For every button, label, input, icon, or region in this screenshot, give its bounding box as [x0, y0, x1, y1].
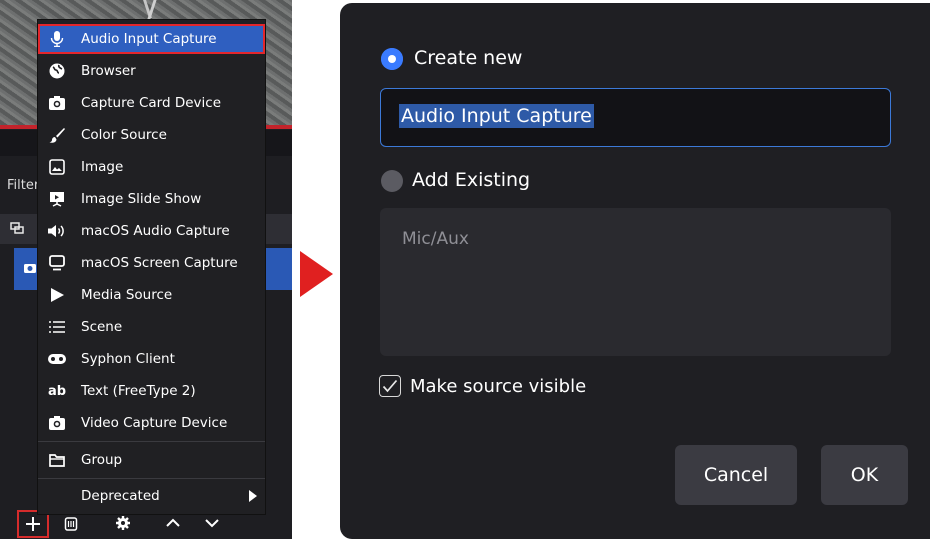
menu-item-label: Syphon Client: [81, 351, 175, 367]
add-source-button[interactable]: [17, 510, 49, 538]
source-name-value: Audio Input Capture: [399, 104, 594, 128]
plus-icon: [26, 517, 40, 531]
sources-panel: Filter Audio Input Capture Browser Captu…: [0, 0, 292, 539]
menu-item-audio-input-capture[interactable]: Audio Input Capture: [38, 24, 265, 54]
menu-item-color-source[interactable]: Color Source: [38, 120, 265, 150]
menu-item-label: Group: [81, 452, 123, 468]
submenu-arrow-icon: [249, 490, 257, 502]
image-icon: [48, 158, 66, 176]
menu-item-browser[interactable]: Browser: [38, 56, 265, 86]
menu-item-label: macOS Audio Capture: [81, 223, 230, 239]
menu-item-macos-screen-capture[interactable]: macOS Screen Capture: [38, 248, 265, 278]
menu-item-label: Media Source: [81, 287, 173, 303]
menu-item-label: Scene: [81, 319, 123, 335]
source-name-input[interactable]: Audio Input Capture: [380, 88, 891, 147]
menu-item-label: Text (FreeType 2): [81, 383, 196, 399]
menu-item-syphon-client[interactable]: Syphon Client: [38, 344, 265, 374]
menu-separator: [38, 478, 265, 479]
microphone-icon: [48, 30, 66, 48]
brush-icon: [48, 126, 66, 144]
checkmark-icon: [382, 379, 398, 393]
menu-item-label: Video Capture Device: [81, 415, 228, 431]
add-source-menu: Audio Input Capture Browser Capture Card…: [38, 20, 265, 514]
add-existing-radio[interactable]: [381, 170, 403, 192]
camera-icon: [24, 262, 36, 274]
slideshow-icon: [48, 190, 66, 208]
menu-item-label: Deprecated: [81, 488, 160, 504]
menu-separator: [38, 441, 265, 442]
make-source-visible-checkbox[interactable]: [379, 375, 401, 397]
text-icon: ab: [47, 383, 67, 399]
menu-item-label: Image Slide Show: [81, 191, 202, 207]
menu-item-label: Audio Input Capture: [81, 31, 217, 47]
cancel-button[interactable]: Cancel: [675, 445, 797, 505]
camera-icon: [48, 94, 66, 112]
menu-item-deprecated[interactable]: Deprecated: [38, 481, 265, 511]
menu-item-image-slide-show[interactable]: Image Slide Show: [38, 184, 265, 214]
menu-item-macos-audio-capture[interactable]: macOS Audio Capture: [38, 216, 265, 246]
menu-item-text-freetype[interactable]: ab Text (FreeType 2): [38, 376, 265, 406]
menu-item-capture-card-device[interactable]: Capture Card Device: [38, 88, 265, 118]
filters-label: Filter: [7, 178, 40, 193]
camera-icon: [48, 414, 66, 432]
menu-item-label: Image: [81, 159, 124, 175]
list-icon: [48, 318, 66, 336]
menu-item-label: Browser: [81, 63, 136, 79]
menu-item-label: Capture Card Device: [81, 95, 222, 111]
create-new-label: Create new: [414, 47, 523, 69]
globe-icon: [48, 62, 66, 80]
transition-arrow-icon: [300, 251, 333, 297]
gear-icon: [116, 516, 130, 530]
add-existing-label: Add Existing: [412, 169, 531, 191]
menu-item-media-source[interactable]: Media Source: [38, 280, 265, 310]
chevron-down-icon: [205, 519, 219, 528]
scene-group-icon: [10, 222, 24, 234]
menu-item-video-capture-device[interactable]: Video Capture Device: [38, 408, 265, 438]
ok-button[interactable]: OK: [821, 445, 908, 505]
create-new-radio[interactable]: [381, 48, 403, 70]
trash-icon: [64, 517, 78, 531]
syphon-icon: [48, 350, 66, 368]
list-item[interactable]: Mic/Aux: [402, 229, 469, 249]
folder-icon: [48, 451, 66, 469]
menu-item-group[interactable]: Group: [38, 445, 265, 475]
make-source-visible-label: Make source visible: [410, 376, 587, 397]
monitor-icon: [48, 254, 66, 272]
chevron-up-icon: [166, 518, 180, 527]
menu-item-scene[interactable]: Scene: [38, 312, 265, 342]
menu-item-image[interactable]: Image: [38, 152, 265, 182]
menu-item-label: Color Source: [81, 127, 167, 143]
play-icon: [48, 286, 66, 304]
speaker-icon: [48, 222, 66, 240]
menu-item-label: macOS Screen Capture: [81, 255, 238, 271]
